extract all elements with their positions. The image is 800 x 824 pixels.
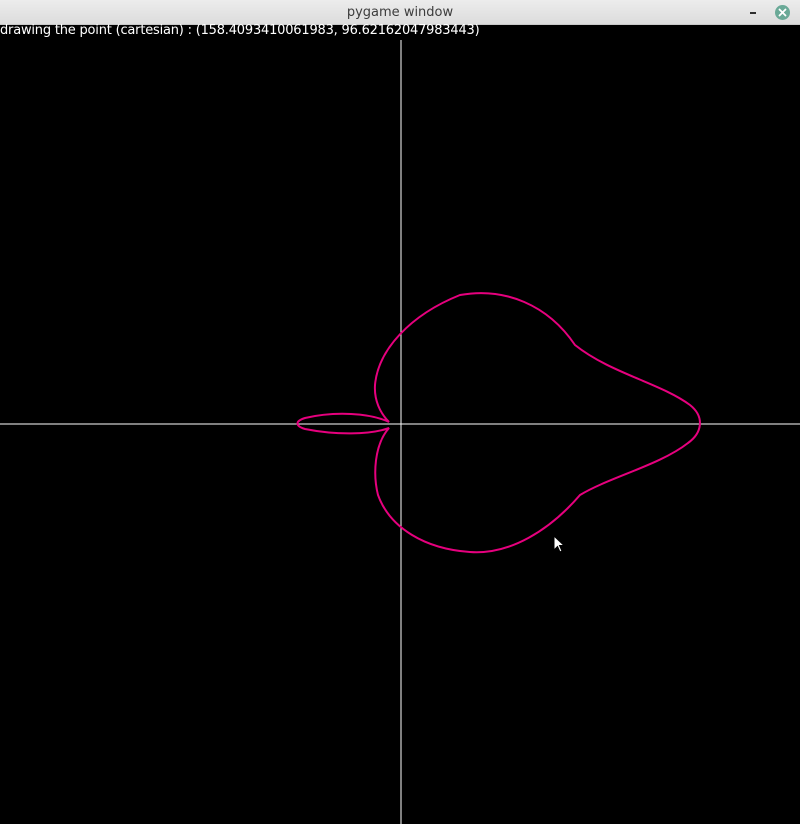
polar-curve <box>296 292 701 554</box>
minimize-icon[interactable] <box>744 3 762 21</box>
drawing-canvas[interactable]: drawing the point (cartesian) : (158.409… <box>0 23 800 824</box>
pygame-window: pygame window drawing the point (cartesi… <box>0 0 800 824</box>
plot-svg <box>0 40 800 824</box>
mouse-pointer-icon <box>553 534 566 553</box>
window-title: pygame window <box>346 5 454 20</box>
title-bar[interactable]: pygame window <box>0 0 800 25</box>
close-icon[interactable] <box>775 5 790 20</box>
status-text: drawing the point (cartesian) : (158.409… <box>0 23 480 38</box>
